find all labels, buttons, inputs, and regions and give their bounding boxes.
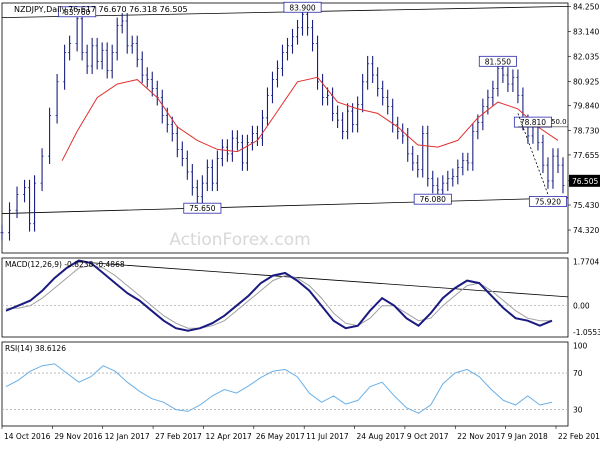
gridlines	[2, 305, 568, 410]
x-tick-label: 22 Feb 2018	[558, 432, 600, 441]
price-y-tick-label: 83.140	[573, 27, 599, 36]
rsi-panel	[5, 363, 553, 414]
rsi-frame	[1, 341, 569, 427]
rsi-y-tick-label: 100	[573, 342, 588, 351]
rsi-y-tick-label: 70	[573, 369, 583, 378]
watermark: ActionForex.com	[169, 230, 310, 250]
annotations: 83.76083.90081.55075.65076.080 75.92078.8…	[58, 1, 568, 214]
price-y-tick-label: 84.250	[573, 2, 599, 11]
x-tick-label: 14 Oct 2016	[4, 432, 51, 441]
x-tick-label: 9 Jan 2018	[508, 432, 548, 441]
x-tick-label: 26 May 2017	[256, 432, 305, 441]
x-tick-label: 11 Jul 2017	[306, 432, 349, 441]
x-tick-label: 24 Aug 2017	[357, 432, 405, 441]
fib-label: 50.0	[551, 118, 567, 126]
x-tick-label: 12 Jan 2017	[105, 432, 150, 441]
chart-svg: ActionForex.com 84.250 83.140 82.035 80.925…	[0, 1, 600, 441]
price-y-tick-label: 78.730	[573, 127, 599, 136]
macd-line	[5, 259, 553, 332]
x-tick-label: 9 Oct 2017	[407, 432, 449, 441]
price-panel	[0, 5, 569, 241]
price-y-tick-label: 82.035	[573, 52, 599, 61]
price-label: 83.900	[289, 3, 315, 12]
macd-y-tick-label: 1.7704	[573, 257, 599, 266]
price-y-tick-label: 80.925	[573, 77, 599, 86]
price-label: 75.650	[189, 204, 215, 213]
price-y-tick-label: 79.840	[573, 102, 599, 111]
price-y-tick-label: 74.320	[573, 226, 599, 235]
chart-root: ActionForex.com 84.250 83.140 82.035 80.925…	[0, 0, 600, 450]
x-tick-label: 12 Apr 2017	[205, 432, 252, 441]
sma-line	[61, 76, 559, 161]
x-tick-label: 27 Feb 2017	[155, 432, 202, 441]
rsi-title: RSI(14) 38.6126	[5, 344, 66, 353]
price-y-tick-label: 75.430	[573, 201, 599, 210]
x-tick-label: 22 Nov 2017	[457, 432, 505, 441]
macd-panel	[5, 259, 569, 332]
header-symbol: NZDJPY,Daily	[14, 5, 67, 14]
rsi-y-tick-label: 30	[573, 406, 583, 415]
price-label: 78.810	[520, 118, 546, 127]
macd-trendline	[77, 261, 569, 298]
price-label: 76.080	[420, 195, 446, 204]
macd-y-tick-label: 0.00	[573, 302, 590, 311]
price-label: 81.550	[485, 57, 511, 66]
macd-title: MACD(12,26,9) -0.8238 -0.4868	[5, 260, 125, 269]
price-y-tick-label: 77.655	[573, 151, 599, 160]
x-tick-label: 29 Nov 2016	[54, 432, 102, 441]
price-label: 75.920	[535, 197, 561, 206]
price-y-tick-label: 76.505	[572, 177, 598, 186]
header-ohlc: 76.617 76.670 76.318 76.505	[68, 5, 188, 14]
macd-frame	[1, 257, 569, 338]
rsi-line	[5, 363, 553, 414]
lower-channel-line	[1, 197, 569, 214]
macd-y-tick-label: -1.0553	[573, 328, 600, 337]
